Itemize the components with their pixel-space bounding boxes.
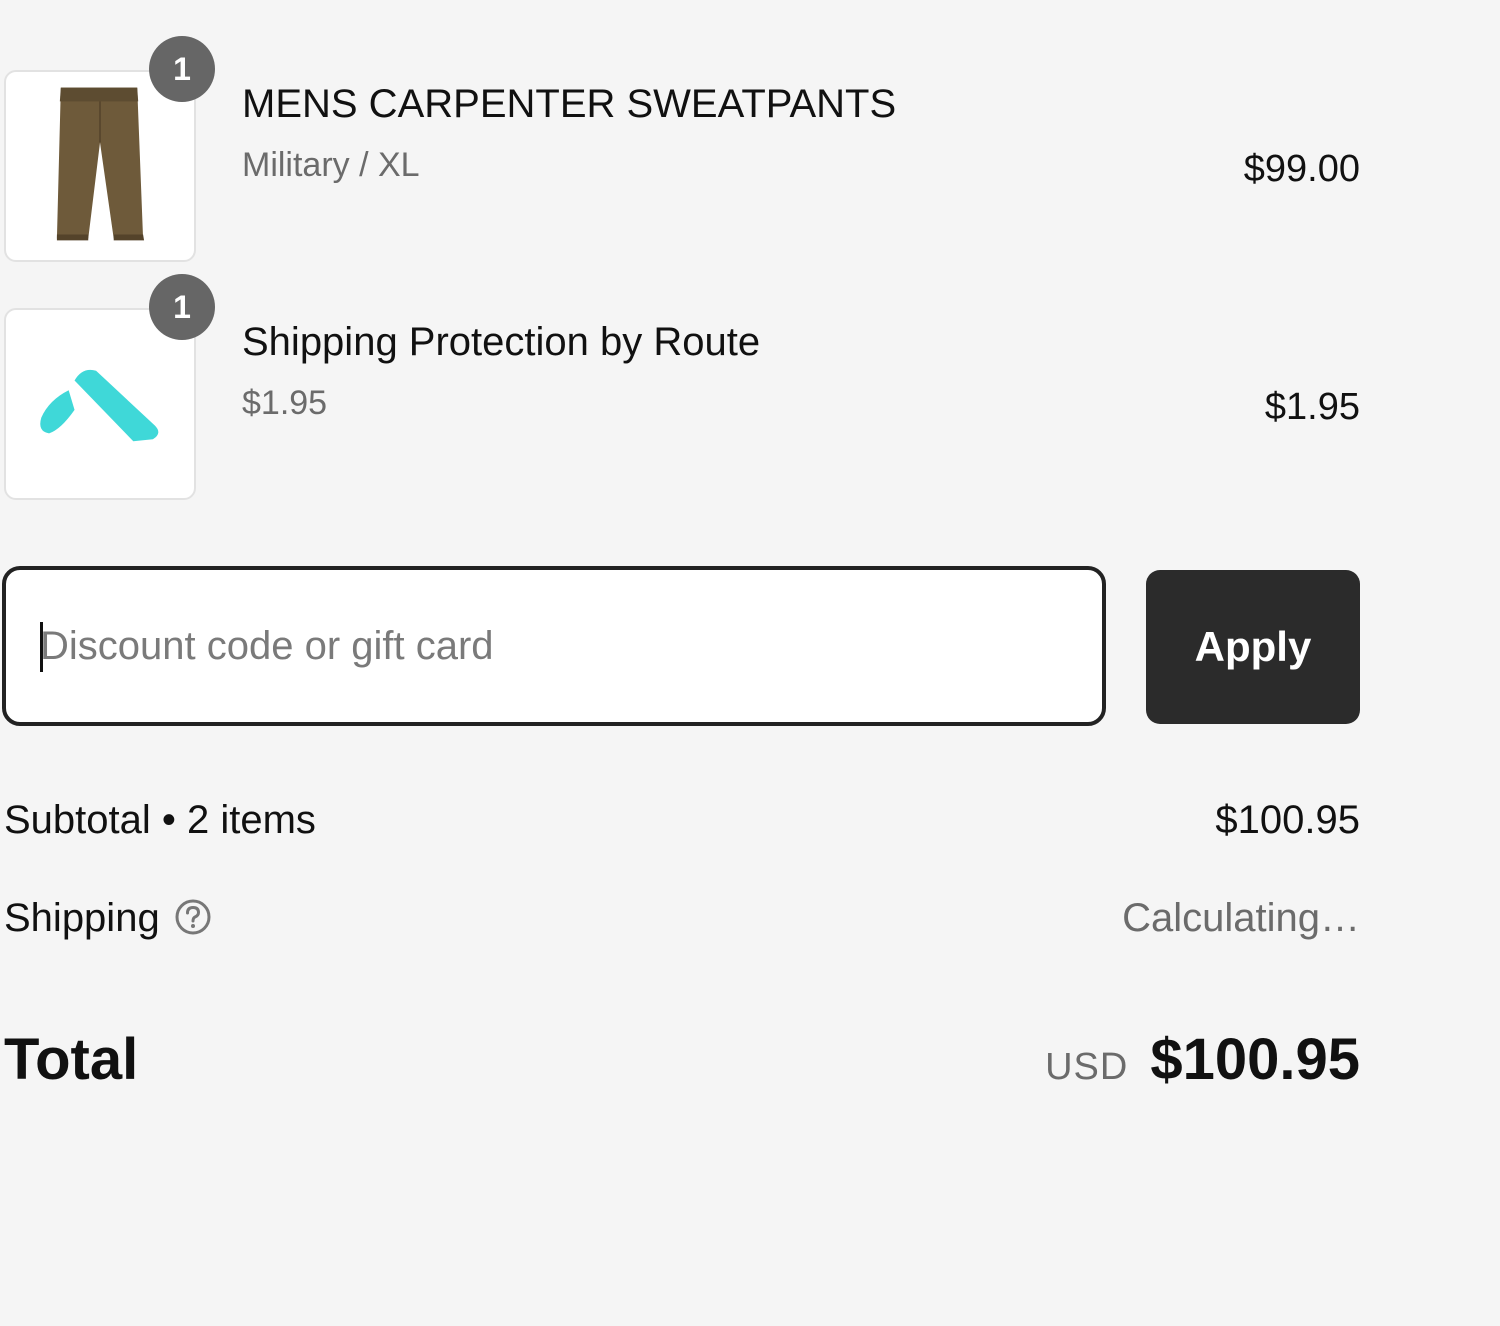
quantity-badge: 1 — [149, 274, 215, 340]
shipping-label-group: Shipping — [4, 896, 212, 941]
subtotal-value: $100.95 — [1215, 798, 1360, 842]
discount-form: Apply — [2, 566, 1360, 726]
product-name: Shipping Protection by Route — [242, 320, 761, 364]
shipping-row: Shipping Calculating… — [4, 896, 1360, 944]
subtotal-label: Subtotal • 2 items — [4, 798, 316, 842]
discount-code-input[interactable] — [2, 566, 1106, 726]
total-row: Total USD $100.95 — [4, 1026, 1360, 1096]
apply-button[interactable]: Apply — [1146, 570, 1360, 724]
line-item: 1 MENS CARPENTER SWEATPANTS Military / X… — [4, 36, 1360, 266]
subtotal-row: Subtotal • 2 items $100.95 — [4, 798, 1360, 846]
shipping-label: Shipping — [4, 896, 160, 940]
product-name: MENS CARPENTER SWEATPANTS — [242, 82, 897, 126]
route-logo-icon — [40, 369, 159, 442]
currency-code: USD — [1045, 1046, 1129, 1088]
line-item: 1 Shipping Protection by Route $1.95 $1.… — [4, 274, 1360, 504]
product-price: $99.00 — [1243, 148, 1360, 190]
text-caret — [40, 622, 43, 672]
product-variant: Military / XL — [242, 146, 420, 184]
product-price: $1.95 — [1264, 386, 1360, 428]
total-value: $100.95 — [1150, 1027, 1360, 1092]
question-circle-icon[interactable] — [174, 898, 212, 936]
total-value-group: USD $100.95 — [1045, 1026, 1360, 1093]
total-label: Total — [4, 1027, 139, 1092]
shipping-value: Calculating… — [1122, 896, 1360, 940]
order-summary: 1 MENS CARPENTER SWEATPANTS Military / X… — [0, 0, 1500, 1326]
pants-icon — [56, 87, 145, 241]
product-variant: $1.95 — [242, 384, 328, 422]
quantity-badge: 1 — [149, 36, 215, 102]
